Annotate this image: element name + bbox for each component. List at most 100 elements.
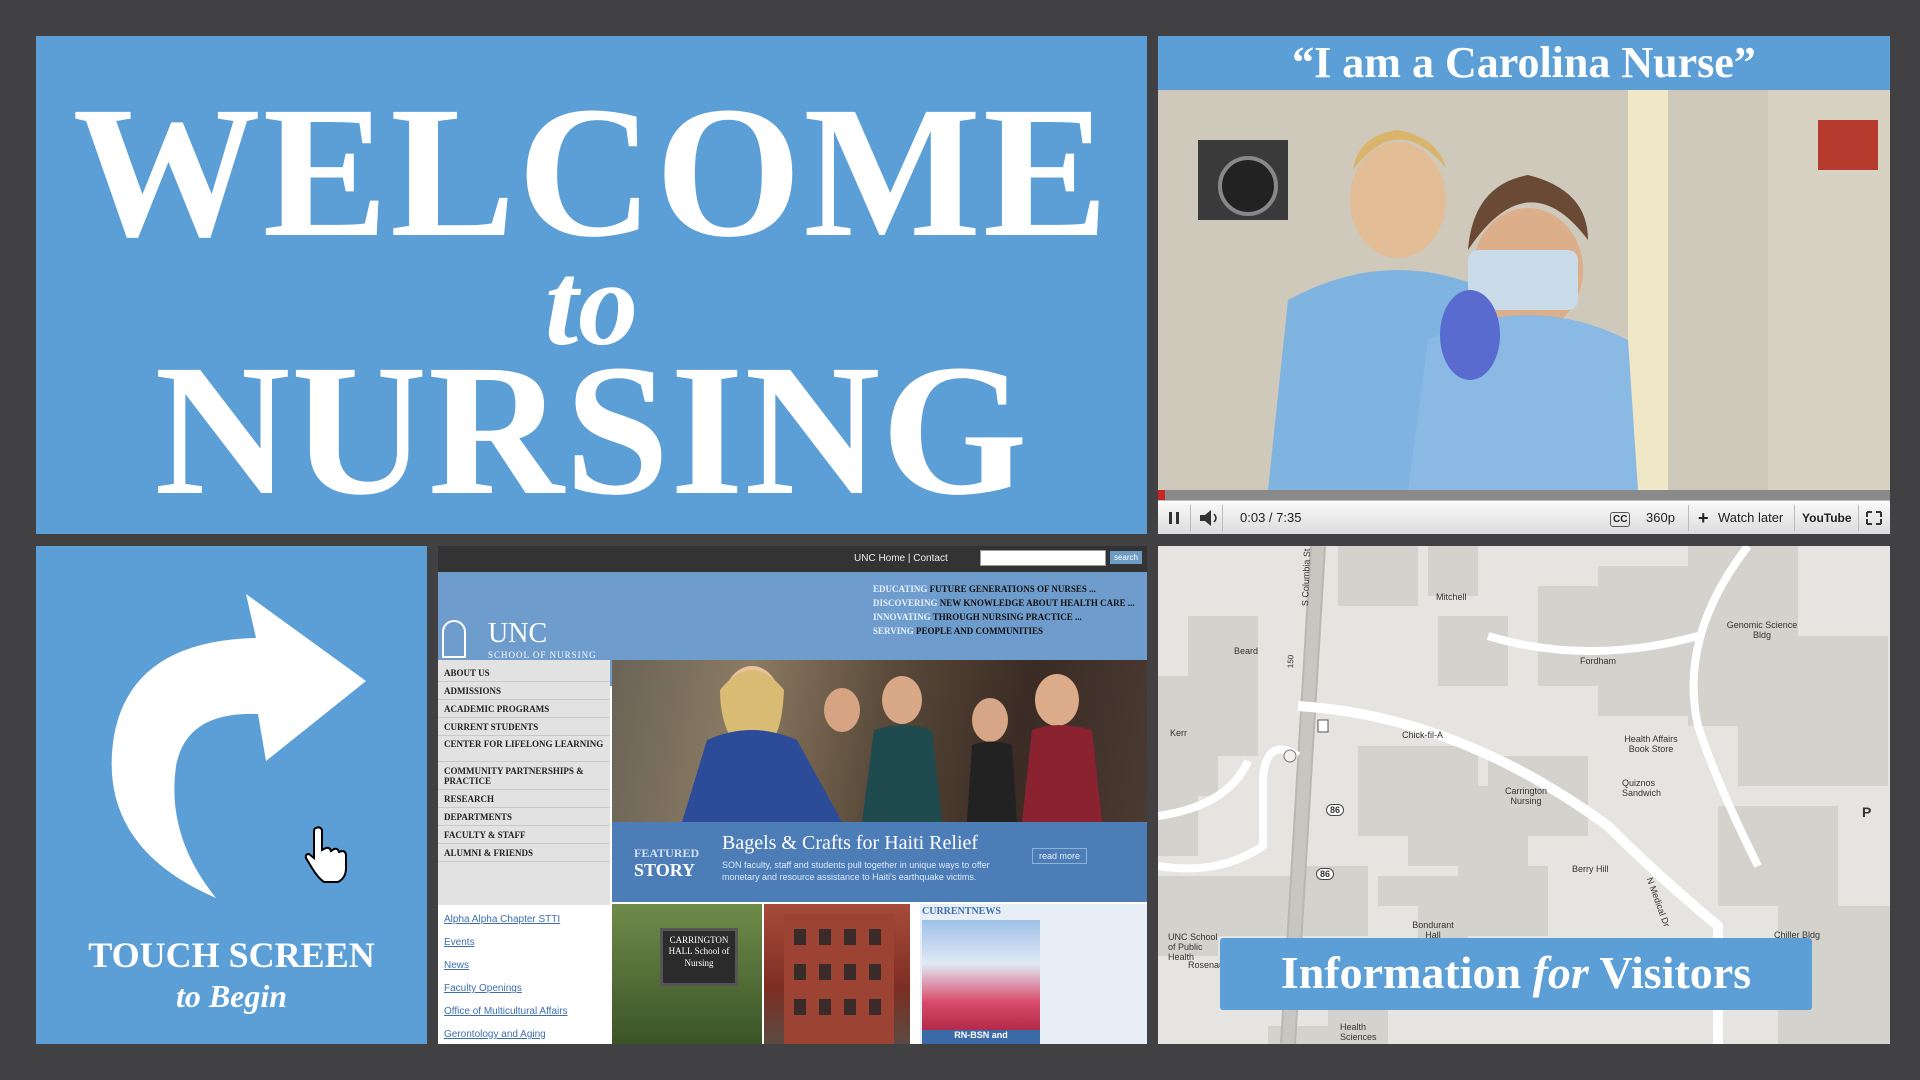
nav-current-students[interactable]: CURRENT STUDENTS	[438, 718, 610, 736]
map-label-rosenau: Rosenau	[1188, 960, 1225, 970]
old-well-photo	[922, 920, 1040, 1030]
map-label-150: 150	[1286, 654, 1296, 669]
quality-button[interactable]: 360p	[1646, 501, 1675, 534]
link-gerontology[interactable]: Gerontology and Aging	[444, 1029, 546, 1040]
pause-icon[interactable]	[1166, 501, 1182, 534]
tagline-3: INNOVATING THROUGH NURSING PRACTICE ...	[873, 612, 1082, 622]
site-search-input[interactable]	[980, 550, 1106, 566]
story-title[interactable]: Bagels & Crafts for Haiti Relief	[722, 832, 978, 855]
nav-about-us[interactable]: ABOUT US	[438, 664, 610, 682]
nav-community-partnerships[interactable]: COMMUNITY PARTNERSHIPS & PRACTICE	[438, 762, 610, 790]
map-label-fordham: Fordham	[1580, 656, 1617, 666]
route-86-shield: 86	[1316, 868, 1335, 880]
map-label-berry: Berry Hill	[1572, 864, 1609, 874]
link-faculty-openings[interactable]: Faculty Openings	[444, 983, 522, 994]
featured-label: FEATURED	[634, 846, 700, 860]
site-topbar: UNC Home | Contact search	[438, 546, 1147, 572]
carrington-hall-thumbnail[interactable]: CARRINGTON HALL School of Nursing	[612, 904, 762, 1044]
captions-label: CC	[1610, 512, 1631, 527]
map-label-public-health: UNC School of Public Health	[1168, 932, 1218, 962]
nursing-website-panel[interactable]: UNC Home | Contact search UNC SCHOOL OF …	[438, 546, 1147, 1044]
site-sidenav: ABOUT US ADMISSIONS ACADEMIC PROGRAMS CU…	[438, 660, 610, 905]
site-search-button[interactable]: search	[1110, 551, 1142, 564]
fullscreen-icon[interactable]	[1864, 501, 1884, 534]
carrington-hall-sign: CARRINGTON HALL School of Nursing	[660, 928, 738, 986]
map-label-chickfila: Chick-fil-A	[1402, 730, 1444, 740]
map-label-genomic: Genomic Science Bldg	[1726, 620, 1798, 640]
video-time: 0:03 / 7:35	[1240, 510, 1302, 525]
map-label-kerr: Kerr	[1170, 728, 1188, 738]
story-description: SON faculty, staff and students pull tog…	[722, 860, 990, 882]
tagline-1: EDUCATING FUTURE GENERATIONS OF NURSES .…	[873, 584, 1096, 594]
featured-people-image	[682, 666, 1102, 822]
video-progress-bar[interactable]	[1158, 490, 1890, 500]
information-for-visitors-button[interactable]: Information for Visitors	[1220, 938, 1812, 1010]
current-news-heading: CURRENTNEWS	[922, 906, 1001, 917]
story-label: STORY	[634, 860, 696, 880]
nav-alumni-friends[interactable]: ALUMNI & FRIENDS	[438, 844, 610, 862]
link-multicultural-affairs[interactable]: Office of Multicultural Affairs	[444, 1006, 568, 1017]
nurses-video-still	[1158, 90, 1890, 490]
hand-pointer-icon	[304, 826, 347, 883]
route-86-shield: 86	[1326, 804, 1345, 816]
touch-screen-text: TOUCH SCREEN	[88, 935, 375, 975]
campus-map-panel[interactable]: S Columbia St 150 Mitchell Genomic Scien…	[1158, 546, 1890, 1044]
current-news-box[interactable]: CURRENTNEWS RN-BSN and	[920, 904, 1147, 1044]
video-progress-played	[1158, 490, 1166, 500]
top-links[interactable]: UNC Home | Contact	[854, 553, 948, 564]
tagline-2: DISCOVERING NEW KNOWLEDGE ABOUT HEALTH C…	[873, 598, 1135, 608]
map-label-bondurant: Bondurant Hall	[1412, 920, 1454, 940]
featured-story-banner[interactable]: FEATURED STORY Bagels & Crafts for Haiti…	[612, 822, 1147, 902]
featured-photo	[612, 660, 1147, 822]
touch-to-begin-panel[interactable]: TOUCH SCREEN to Begin	[36, 546, 427, 1044]
map-label-quiznos: Quiznos Sandwich	[1622, 778, 1662, 798]
video-title: “I am a Carolina Nurse”	[1158, 36, 1890, 90]
map-label-health-sciences: Health Sciences	[1340, 1022, 1377, 1042]
youtube-logo[interactable]: YouTube	[1802, 501, 1852, 534]
nursing-heading: NURSING	[154, 325, 1029, 534]
welcome-panel: WELCOME to NURSING	[36, 36, 1147, 534]
map-label-columbia: S Columbia St	[1300, 548, 1313, 607]
nav-admissions[interactable]: ADMISSIONS	[438, 682, 610, 700]
control-divider	[1688, 505, 1689, 531]
watch-later-button[interactable]: Watch later	[1718, 501, 1783, 534]
brick-building-image	[784, 914, 894, 1044]
control-divider	[1190, 505, 1191, 531]
nav-academic-programs[interactable]: ACADEMIC PROGRAMS	[438, 700, 610, 718]
old-well-icon	[442, 620, 466, 658]
link-news[interactable]: News	[444, 960, 469, 971]
parking-icon: P	[1862, 804, 1872, 820]
info-suffix: Visitors	[1588, 947, 1752, 998]
info-for: for	[1532, 947, 1589, 998]
control-divider	[1858, 505, 1859, 531]
nav-research[interactable]: RESEARCH	[438, 790, 610, 808]
video-panel[interactable]: “I am a Carolina Nurse” 0:03 / 7:35 CC 3…	[1158, 36, 1890, 534]
building-thumbnail[interactable]	[764, 904, 910, 1044]
to-begin-text: to Begin	[175, 978, 288, 1014]
nav-departments[interactable]: DEPARTMENTS	[438, 808, 610, 826]
map-label-mitchell: Mitchell	[1436, 592, 1467, 602]
control-divider	[1222, 505, 1223, 531]
nav-lifelong-learning[interactable]: CENTER FOR LIFELONG LEARNING	[438, 736, 610, 762]
curved-arrow-icon	[111, 594, 367, 898]
news-caption[interactable]: RN-BSN and	[922, 1030, 1040, 1044]
info-prefix: Information	[1280, 947, 1533, 998]
unc-logo-title[interactable]: UNC	[488, 618, 547, 650]
tagline-4: SERVING PEOPLE AND COMMUNITIES	[873, 626, 1043, 636]
bus-icon	[1317, 719, 1329, 733]
map-label-bookstore: Health Affairs Book Store	[1624, 734, 1678, 754]
link-events[interactable]: Events	[444, 937, 475, 948]
plus-icon[interactable]: +	[1698, 501, 1709, 534]
control-divider	[1794, 505, 1795, 531]
volume-icon[interactable]	[1196, 501, 1220, 534]
captions-button[interactable]: CC	[1610, 501, 1631, 534]
unc-logo-subtitle: SCHOOL OF NURSING	[488, 650, 597, 660]
map-label-carrington: Carrington Nursing	[1504, 786, 1548, 806]
video-controls: 0:03 / 7:35 CC 360p + Watch later YouTub…	[1158, 500, 1890, 534]
map-label-beard: Beard	[1234, 646, 1259, 656]
link-alpha-alpha[interactable]: Alpha Alpha Chapter STTI	[444, 914, 560, 925]
bus-stop-icon	[1283, 749, 1297, 763]
read-more-button[interactable]: read more	[1032, 848, 1088, 864]
video-frame[interactable]	[1158, 90, 1890, 490]
nav-faculty-staff[interactable]: FACULTY & STAFF	[438, 826, 610, 844]
